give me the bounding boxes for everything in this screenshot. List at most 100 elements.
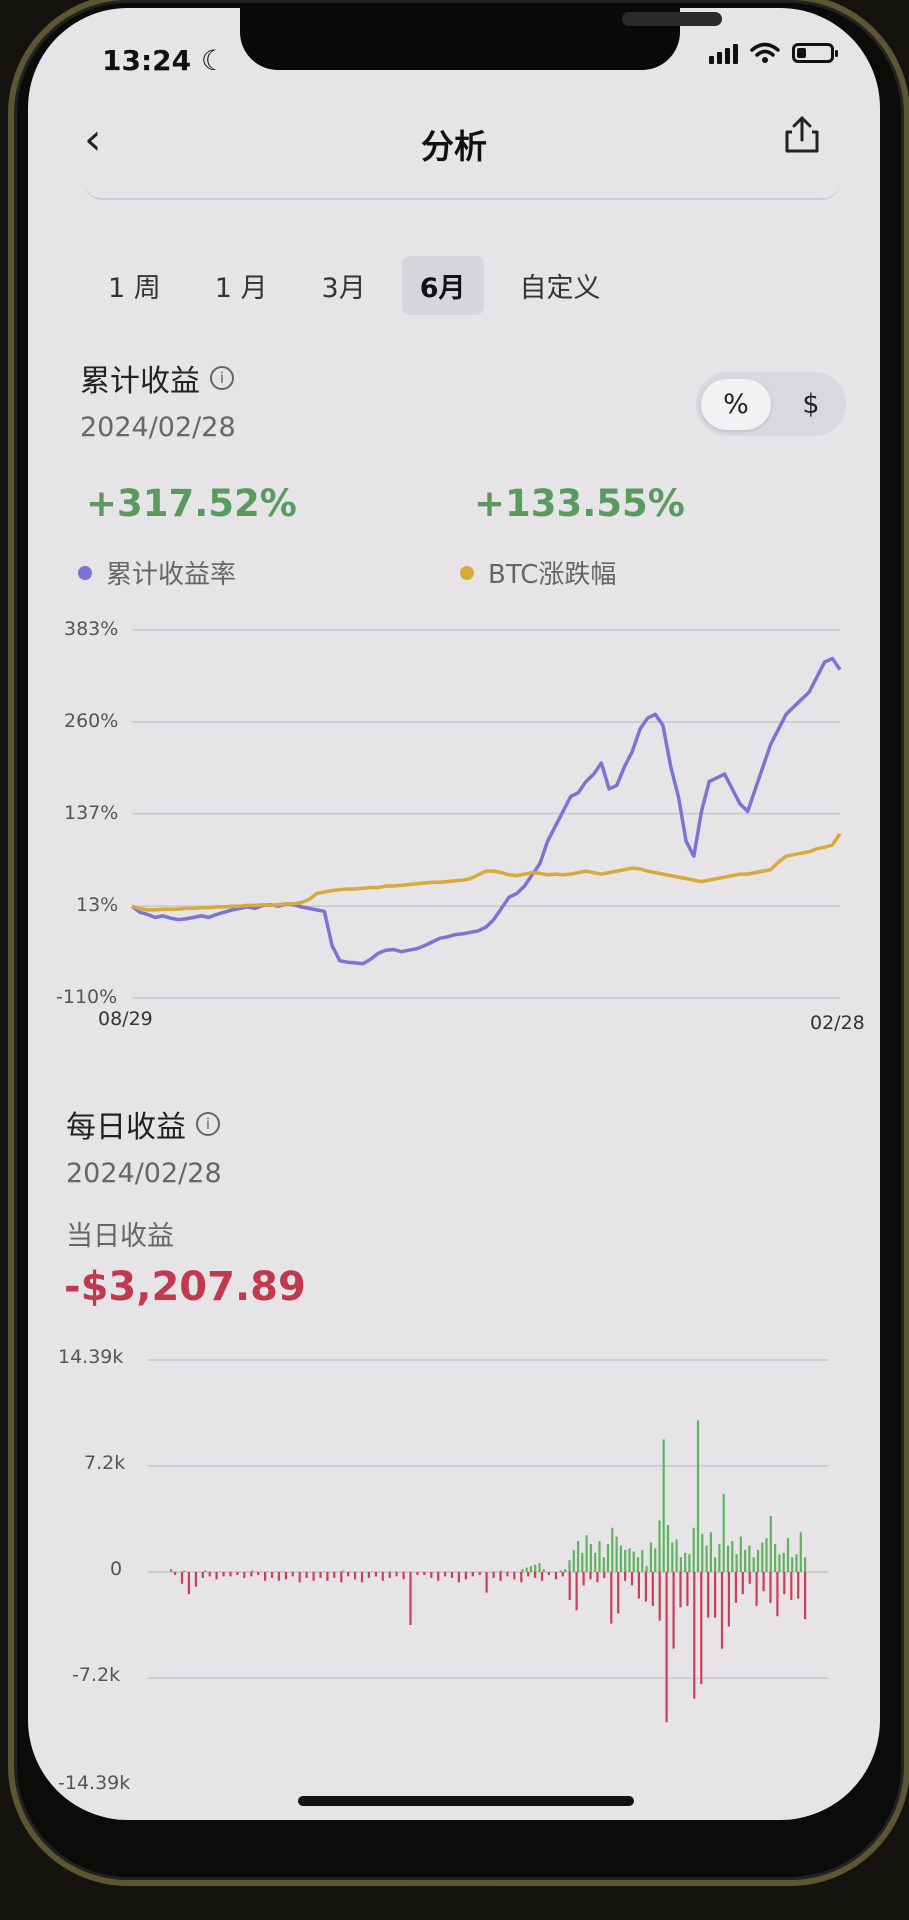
screen: 13:24 ☾ ‹ 分析 1 周 1 月 3月 6月 自定义 累计收益 i 20… (28, 8, 880, 1820)
bar-negative (229, 1572, 232, 1577)
bar-negative (174, 1572, 177, 1575)
bar-positive (182, 1570, 186, 1572)
bar-positive (564, 1569, 567, 1572)
bar-positive (204, 1570, 207, 1572)
bar-negative (381, 1572, 384, 1581)
bar-positive (765, 1538, 768, 1572)
bar-positive (752, 1557, 755, 1572)
bar-negative (215, 1572, 218, 1580)
bar-positive (679, 1557, 682, 1572)
bar-positive (791, 1557, 794, 1572)
bar-positive (641, 1549, 644, 1572)
bar-positive (598, 1541, 601, 1572)
bar-negative (617, 1572, 620, 1614)
bar-negative (720, 1572, 724, 1649)
bar-negative (430, 1572, 433, 1578)
bar-negative (360, 1572, 364, 1583)
bar-negative (464, 1572, 467, 1580)
bar-negative (727, 1572, 730, 1627)
bar-negative (257, 1572, 260, 1575)
bar-positive (559, 1570, 562, 1572)
bar-positive (774, 1544, 777, 1572)
bar-negative (374, 1572, 377, 1577)
bar-negative (520, 1572, 523, 1583)
bar-positive (701, 1533, 704, 1572)
bar-positive (778, 1554, 781, 1572)
bar-positive (645, 1566, 648, 1572)
bar-positive (705, 1545, 708, 1572)
bar-negative (326, 1572, 329, 1581)
bar-negative (610, 1572, 613, 1624)
bar-positive (795, 1554, 798, 1572)
bar-positive (649, 1542, 652, 1572)
bar-negative (797, 1572, 800, 1599)
bar-negative (686, 1572, 689, 1606)
bar-negative (354, 1572, 357, 1580)
bar-negative (409, 1572, 412, 1625)
bar-negative (790, 1572, 793, 1600)
bar-positive (688, 1554, 691, 1572)
bar-negative (734, 1572, 737, 1603)
bar-y-tick-3: 0 (110, 1558, 123, 1580)
bar-positive (744, 1549, 747, 1572)
bar-negative (561, 1572, 564, 1577)
bar-negative (748, 1572, 751, 1584)
bar-negative (658, 1572, 661, 1621)
bar-negative (471, 1572, 474, 1577)
bar-positive (602, 1557, 605, 1572)
bar-negative (630, 1572, 634, 1586)
bar-positive (499, 1570, 503, 1572)
bar-negative (540, 1572, 544, 1581)
bar-negative (499, 1572, 502, 1581)
bar-negative (485, 1572, 488, 1593)
bar-negative (776, 1572, 779, 1617)
bar-negative (291, 1572, 294, 1577)
bar-negative (693, 1572, 696, 1699)
bar-positive (761, 1542, 764, 1572)
bar-positive (714, 1557, 717, 1572)
bar-negative (444, 1572, 447, 1577)
bar-negative (596, 1572, 599, 1583)
bar-positive (684, 1552, 687, 1572)
bar-negative (457, 1572, 460, 1583)
bar-negative (187, 1572, 190, 1595)
bar-negative (236, 1572, 239, 1575)
bar-negative (506, 1572, 509, 1577)
bar-negative (741, 1572, 744, 1595)
home-indicator[interactable] (298, 1796, 634, 1806)
bar-positive (572, 1549, 575, 1572)
phone-frame: 13:24 ☾ ‹ 分析 1 周 1 月 3月 6月 自定义 累计收益 i 20… (0, 0, 909, 1920)
bar-negative (367, 1572, 370, 1578)
bar-positive (671, 1542, 674, 1572)
bar-negative (700, 1572, 703, 1684)
bar-positive (251, 1570, 254, 1572)
bar-negative (527, 1572, 530, 1577)
bar-negative (804, 1572, 807, 1620)
bar-positive (756, 1549, 760, 1572)
bar-positive (731, 1541, 734, 1572)
bar-negative (305, 1572, 308, 1578)
bar-positive (589, 1544, 592, 1572)
bar-negative (554, 1572, 557, 1580)
bar-negative (194, 1572, 197, 1587)
bar-negative (437, 1572, 440, 1581)
bar-positive (654, 1548, 657, 1572)
bar-negative (250, 1572, 253, 1577)
bar-negative (582, 1572, 585, 1586)
bar-positive (722, 1493, 725, 1572)
bar-negative (270, 1572, 274, 1578)
bar-positive (696, 1420, 700, 1572)
bar-positive (606, 1544, 610, 1572)
bar-negative (319, 1572, 322, 1578)
bar-negative (388, 1572, 391, 1578)
bar-negative (707, 1572, 710, 1618)
bar-negative (340, 1572, 343, 1583)
bar-positive (662, 1439, 665, 1572)
bar-negative (769, 1572, 772, 1603)
bar-positive (624, 1549, 627, 1572)
bar-negative (478, 1572, 481, 1575)
bar-positive (525, 1567, 528, 1572)
bar-negative (201, 1572, 204, 1578)
bar-positive (538, 1563, 541, 1572)
bar-negative (402, 1572, 405, 1580)
